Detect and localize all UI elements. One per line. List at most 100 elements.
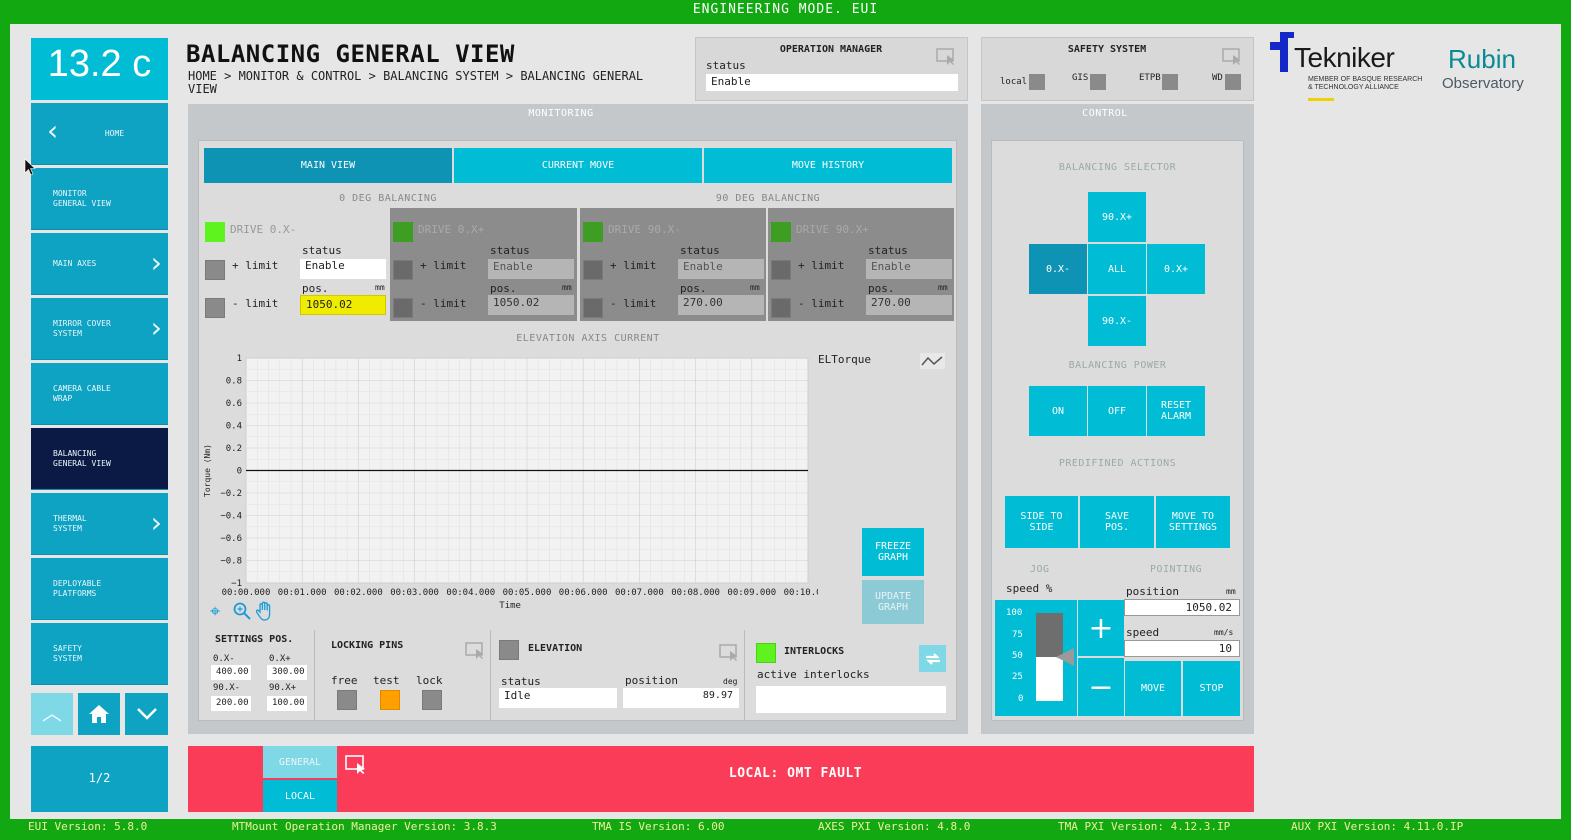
tab-current-move[interactable]: CURRENT MOVE xyxy=(454,148,702,183)
pin-lock-indicator xyxy=(422,690,442,710)
operation-status-label: status xyxy=(706,59,746,72)
window-title: ENGINEERING MODE. EUI xyxy=(692,2,879,17)
select-cursor-icon[interactable] xyxy=(1222,48,1244,66)
drive-card-90x-plus: DRIVE 90.X+ status + limit Enable pos. m… xyxy=(768,208,954,321)
locking-pins-title: LOCKING PINS xyxy=(331,640,404,651)
drive-card-0x-minus: DRIVE 0.X- status + limit Enable pos. mm… xyxy=(200,208,388,321)
nav-item-main-axes[interactable]: MAIN AXES › xyxy=(31,233,168,295)
balancing-power-title: BALANCING POWER xyxy=(1068,360,1167,371)
move-to-settings-button[interactable]: MOVE TO SETTINGS xyxy=(1156,496,1230,548)
drive-pos-value: 1050.02 xyxy=(488,295,574,315)
settings-90x-plus-value[interactable]: 100.00 xyxy=(267,696,307,711)
nav-item-safety-system[interactable]: SAFETY SYSTEM xyxy=(31,623,168,685)
settings-0x-minus-value[interactable]: 400.00 xyxy=(211,665,251,680)
pos-label: pos. xyxy=(680,282,707,295)
interlocks-refresh-button[interactable] xyxy=(919,645,946,672)
side-to-side-button[interactable]: SIDE TO SIDE xyxy=(1005,496,1078,548)
drive-status-label: status xyxy=(868,244,908,257)
selector-all-button[interactable]: ALL xyxy=(1088,244,1146,294)
pointing-speed-field[interactable]: 10 xyxy=(1124,640,1240,657)
pointing-speed-label: speed xyxy=(1126,626,1160,639)
select-cursor-icon[interactable] xyxy=(936,48,958,66)
pointing-position-field[interactable]: 1050.02 xyxy=(1124,599,1240,616)
drive-status-led xyxy=(393,222,413,242)
interlocks-panel: INTERLOCKS active interlocks xyxy=(747,630,955,720)
plus-limit-label: + limit xyxy=(232,259,279,272)
active-interlocks-value xyxy=(756,686,946,713)
chart-y-tick-label: 0.2 xyxy=(226,444,242,454)
stop-button[interactable]: STOP xyxy=(1183,661,1240,716)
page-title: BALANCING GENERAL VIEW xyxy=(186,40,515,68)
jog-title: JOG xyxy=(1030,564,1050,575)
nav-item-balancing-general-view[interactable]: BALANCING GENERAL VIEW xyxy=(31,428,168,490)
alarm-message: LOCAL: OMT FAULT xyxy=(728,766,863,781)
elevation-current-chart: 10.80.60.40.20−0.2−0.4−0.6−0.8−100:00.00… xyxy=(203,354,818,611)
nav-home-icon-button[interactable] xyxy=(78,693,120,735)
freeze-graph-button[interactable]: FREEZE GRAPH xyxy=(862,528,924,576)
chart-y-tick-label: −0.8 xyxy=(220,557,242,567)
locking-pins-panel: LOCKING PINS free test lock xyxy=(321,630,491,720)
nav-item-label: BALANCING GENERAL VIEW xyxy=(53,448,111,468)
nav-item-monitor-general-view[interactable]: MONITOR GENERAL VIEW xyxy=(31,168,168,230)
tab-move-history[interactable]: MOVE HISTORY xyxy=(704,148,952,183)
page-indicator-label: 1/2 xyxy=(88,771,111,785)
alarm-local-tab[interactable]: LOCAL xyxy=(263,780,337,812)
nav-item-deployable-platforms[interactable]: DEPLOYABLE PLATFORMS xyxy=(31,558,168,620)
selector-90x-plus-button[interactable]: 90.X+ xyxy=(1088,192,1146,242)
chart-x-tick-label: 00:07.000 xyxy=(615,588,664,598)
chart-settings-icon[interactable] xyxy=(920,353,945,369)
move-button[interactable]: MOVE xyxy=(1125,661,1181,716)
predefined-actions-title: PREDIFINED ACTIONS xyxy=(1058,458,1177,469)
power-label: RESET ALARM xyxy=(1160,400,1192,422)
power-off-button[interactable]: OFF xyxy=(1088,386,1146,436)
settings-90x-minus-value[interactable]: 200.00 xyxy=(211,696,251,711)
balancing-selector-title: BALANCING SELECTOR xyxy=(1058,162,1177,173)
chart-x-tick-label: 00:02.000 xyxy=(334,588,383,598)
nav-up-button[interactable]: ︿ xyxy=(31,693,73,735)
nav-item-label: DEPLOYABLE PLATFORMS xyxy=(53,578,102,598)
select-cursor-icon[interactable] xyxy=(719,644,741,662)
nav-item-camera-cable-wrap[interactable]: CAMERA CABLE WRAP xyxy=(31,363,168,425)
drive-card-0x-plus: DRIVE 0.X+ status + limit Enable pos. mm… xyxy=(390,208,577,321)
drive-status-value: Enable xyxy=(488,259,574,279)
chart-crosshair-icon[interactable]: ⌖ xyxy=(210,601,220,622)
settings-0x-plus-label: 0.X+ xyxy=(269,654,291,664)
nav-item-label: MAIN AXES xyxy=(53,258,97,268)
select-cursor-icon[interactable] xyxy=(465,642,487,660)
pan-hand-icon[interactable] xyxy=(256,601,274,621)
zoom-icon[interactable] xyxy=(233,602,251,620)
nav-down-button[interactable] xyxy=(125,693,168,735)
reset-alarm-button[interactable]: RESET ALARM xyxy=(1147,386,1205,436)
nav-item-mirror-cover-system[interactable]: MIRROR COVER SYSTEM › xyxy=(31,298,168,360)
chevron-right-icon: › xyxy=(150,506,162,539)
nav-item-label: MONITOR GENERAL VIEW xyxy=(53,188,111,208)
speed-slider-handle[interactable] xyxy=(1056,648,1074,666)
jog-plus-button[interactable]: + xyxy=(1078,600,1124,656)
save-pos-button[interactable]: SAVE POS. xyxy=(1080,496,1154,548)
nav-home-button[interactable]: ‹ HOME xyxy=(31,103,168,165)
nav-home-label: HOME xyxy=(104,128,125,138)
speed-tick-25: 25 xyxy=(1012,672,1023,682)
update-graph-button[interactable]: UPDATE GRAPH xyxy=(862,580,924,624)
chart-y-tick-label: 0 xyxy=(237,467,242,477)
settings-0x-plus-value[interactable]: 300.00 xyxy=(267,665,307,680)
plus-limit-label: + limit xyxy=(610,259,657,272)
nav-item-thermal-system[interactable]: THERMAL SYSTEM › xyxy=(31,493,168,555)
chevron-down-icon xyxy=(136,708,157,720)
selector-0x-plus-button[interactable]: 0.X+ xyxy=(1147,244,1205,294)
nav-item-label: CAMERA CABLE WRAP xyxy=(53,383,111,403)
chart-x-axis-label: Time xyxy=(499,601,521,611)
selector-90x-minus-button[interactable]: 90.X- xyxy=(1088,296,1146,346)
pin-lock-label: lock xyxy=(416,674,443,687)
aux-pxi-version: AUX PXI Version: 4.11.0.IP xyxy=(1291,820,1464,833)
power-on-button[interactable]: ON xyxy=(1029,386,1087,436)
chart-x-tick-label: 00:04.000 xyxy=(446,588,495,598)
tab-main-view[interactable]: MAIN VIEW xyxy=(204,148,452,183)
power-label: ON xyxy=(1051,405,1065,417)
chart-title: ELEVATION AXIS CURRENT xyxy=(516,333,660,344)
minus-icon: − xyxy=(1088,669,1114,705)
alarm-general-tab[interactable]: GENERAL xyxy=(263,746,337,778)
safety-wd-label: WD xyxy=(1212,73,1223,83)
selector-0x-minus-button[interactable]: 0.X- xyxy=(1029,244,1087,294)
jog-minus-button[interactable]: − xyxy=(1078,658,1124,716)
